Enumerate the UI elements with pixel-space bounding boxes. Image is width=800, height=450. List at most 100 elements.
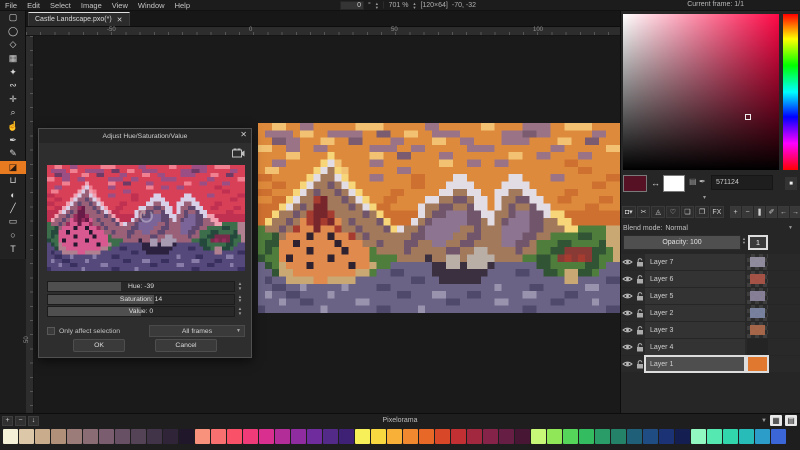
menu-image[interactable]: Image bbox=[76, 1, 107, 10]
slider-track[interactable]: Hue: -39 bbox=[47, 281, 235, 292]
cel-protect-button[interactable]: ♡ bbox=[666, 206, 680, 218]
palette-swatch[interactable] bbox=[99, 429, 114, 444]
unlink-cels-button[interactable]: ✂ bbox=[637, 206, 651, 218]
menu-file[interactable]: File bbox=[0, 1, 22, 10]
palette-swatch[interactable] bbox=[339, 429, 354, 444]
layer-cel-thumbnail[interactable] bbox=[747, 305, 768, 321]
layer-row-layer-6[interactable]: Layer 6 bbox=[621, 271, 800, 287]
eyedropper-icon[interactable]: ✒ bbox=[699, 177, 706, 186]
add-layer-button[interactable]: + bbox=[730, 206, 741, 218]
slider-value[interactable]: Value: 0▲▼ bbox=[47, 306, 245, 317]
palette-option-icon-1[interactable]: ▦ bbox=[770, 415, 782, 426]
layer-row-layer-4[interactable]: Layer 4 bbox=[621, 339, 800, 355]
clear-layer-button[interactable]: ✐ bbox=[766, 206, 777, 218]
eye-icon[interactable] bbox=[621, 309, 634, 317]
palette-swatch[interactable] bbox=[547, 429, 562, 444]
lock-icon[interactable] bbox=[634, 292, 645, 301]
eye-icon[interactable] bbox=[621, 292, 634, 300]
palette-select-chevron-icon[interactable]: ▼ bbox=[761, 418, 767, 424]
preview-camera-icon[interactable] bbox=[232, 148, 245, 158]
layer-cel-thumbnail[interactable] bbox=[747, 356, 768, 372]
picker-collapse-chevron-icon[interactable]: ▾ bbox=[703, 194, 706, 201]
palette-swatch[interactable] bbox=[259, 429, 274, 444]
palette-swatch[interactable] bbox=[131, 429, 146, 444]
tool-move[interactable]: ✛ bbox=[0, 93, 26, 107]
frames-dropdown[interactable]: All frames ▼ bbox=[149, 325, 245, 337]
dialog-titlebar[interactable]: Adjust Hue/Saturation/Value ✕ bbox=[39, 129, 251, 143]
tool-zoom[interactable]: ⌕ bbox=[0, 106, 26, 120]
only-affect-selection-checkbox[interactable] bbox=[47, 327, 55, 335]
menu-help[interactable]: Help bbox=[170, 1, 195, 10]
palette-swatch[interactable] bbox=[707, 429, 722, 444]
tab-close-icon[interactable]: ✕ bbox=[117, 16, 123, 24]
tool-color-picker[interactable]: ✒ bbox=[0, 133, 26, 147]
tool-color-select[interactable]: ▦ bbox=[0, 52, 26, 66]
eye-icon[interactable] bbox=[621, 258, 634, 266]
picker-mode-button[interactable]: ■ bbox=[785, 177, 797, 190]
tool-polygon-select[interactable]: ◇ bbox=[0, 38, 26, 52]
layer-name[interactable]: Layer 5 bbox=[645, 288, 745, 304]
layer-cel-thumbnail[interactable] bbox=[747, 339, 768, 355]
effects-button[interactable]: FX bbox=[710, 206, 724, 218]
palette-swatch[interactable] bbox=[467, 429, 482, 444]
rotation-input[interactable]: 0 bbox=[340, 1, 364, 10]
palette-swatch[interactable] bbox=[355, 429, 370, 444]
layer-name[interactable]: Layer 3 bbox=[645, 322, 745, 338]
paste-cel-button[interactable]: ❐ bbox=[695, 206, 709, 218]
palette-option-icon-2[interactable]: ▤ bbox=[785, 415, 797, 426]
palette-swatch[interactable] bbox=[659, 429, 674, 444]
opacity-stepper[interactable]: ▲▼ bbox=[742, 237, 746, 244]
tool-shading[interactable]: ◐ bbox=[0, 188, 26, 202]
blend-mode-row[interactable]: Blend mode: Normal ▼ bbox=[623, 222, 799, 234]
palette-swatch[interactable] bbox=[51, 429, 66, 444]
ok-button[interactable]: OK bbox=[73, 339, 125, 352]
swap-colors-icon[interactable]: ↔ bbox=[651, 178, 660, 188]
color-cursor[interactable] bbox=[745, 114, 751, 120]
palette-swatch[interactable] bbox=[627, 429, 642, 444]
layer-name[interactable]: Layer 1 bbox=[645, 356, 745, 372]
palette-swatch[interactable] bbox=[435, 429, 450, 444]
palette-swatch[interactable] bbox=[323, 429, 338, 444]
default-colors-icon[interactable]: ▤ bbox=[689, 177, 697, 186]
palette-swatch[interactable] bbox=[451, 429, 466, 444]
move-layer-right-button[interactable]: → bbox=[790, 206, 800, 218]
menu-edit[interactable]: Edit bbox=[22, 1, 45, 10]
tool-rectangle[interactable]: ▭ bbox=[0, 215, 26, 229]
palette-swatch[interactable] bbox=[371, 429, 386, 444]
palette-swatch[interactable] bbox=[563, 429, 578, 444]
layer-name[interactable]: Layer 6 bbox=[645, 271, 745, 287]
slider-stepper[interactable]: ▲▼ bbox=[235, 294, 245, 305]
cancel-button[interactable]: Cancel bbox=[155, 339, 217, 352]
menu-select[interactable]: Select bbox=[45, 1, 76, 10]
tool-pan[interactable]: ☝ bbox=[0, 120, 26, 134]
tool-line[interactable]: ╱ bbox=[0, 201, 26, 215]
zoom-stepper[interactable]: ▲▼ bbox=[412, 2, 416, 9]
lock-icon[interactable] bbox=[634, 258, 645, 267]
palette-swatch[interactable] bbox=[163, 429, 178, 444]
layer-cel-thumbnail[interactable] bbox=[747, 271, 768, 287]
palette-swatch[interactable] bbox=[243, 429, 258, 444]
tool-ellipse[interactable]: ○ bbox=[0, 229, 26, 243]
palette-swatch[interactable] bbox=[19, 429, 34, 444]
menu-window[interactable]: Window bbox=[133, 1, 170, 10]
slider-hue[interactable]: Hue: -39▲▼ bbox=[47, 281, 245, 292]
palette-swatch[interactable] bbox=[67, 429, 82, 444]
dialog-close-icon[interactable]: ✕ bbox=[240, 130, 247, 139]
eye-icon[interactable] bbox=[621, 343, 634, 351]
lock-icon[interactable] bbox=[634, 343, 645, 352]
canvas-viewport[interactable]: Adjust Hue/Saturation/Value ✕ ↻ Hue: -39… bbox=[34, 36, 620, 413]
eye-icon[interactable] bbox=[621, 360, 634, 368]
palette-swatch[interactable] bbox=[611, 429, 626, 444]
tool-ellipse-select[interactable]: ◯ bbox=[0, 25, 26, 39]
palette-swatch[interactable] bbox=[115, 429, 130, 444]
palette-swatch[interactable] bbox=[211, 429, 226, 444]
palette-swatch[interactable] bbox=[531, 429, 546, 444]
palette-swatch[interactable] bbox=[3, 429, 18, 444]
palette-swatch[interactable] bbox=[419, 429, 434, 444]
slider-track[interactable]: Saturation: 14 bbox=[47, 294, 235, 305]
palette-swatch[interactable] bbox=[483, 429, 498, 444]
lock-icon[interactable] bbox=[634, 309, 645, 318]
slider-stepper[interactable]: ▲▼ bbox=[235, 306, 245, 317]
layer-cel-thumbnail[interactable] bbox=[747, 322, 768, 338]
slider-track[interactable]: Value: 0 bbox=[47, 306, 235, 317]
